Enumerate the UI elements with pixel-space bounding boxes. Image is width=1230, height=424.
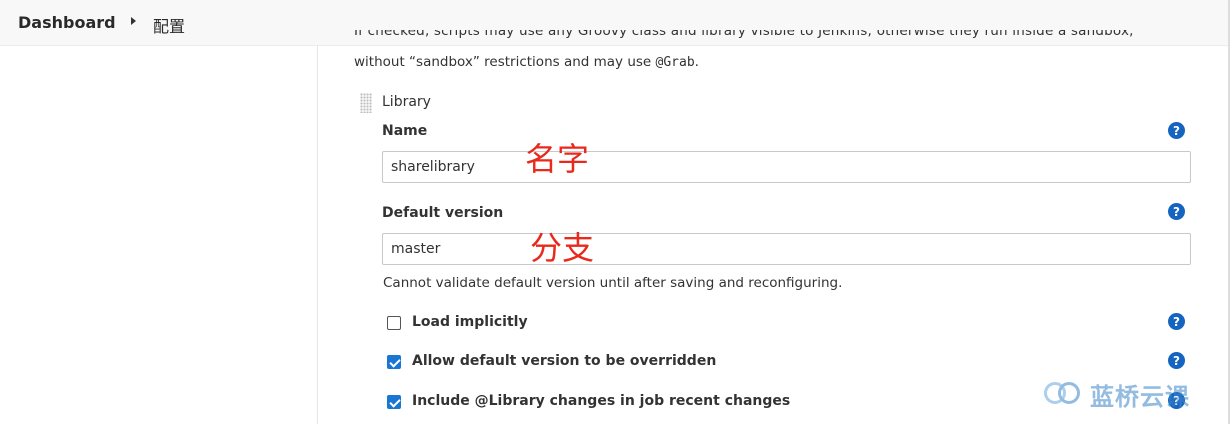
allow-override-checkbox[interactable] [387,355,401,369]
name-label: Name [382,123,428,139]
description-cut-line: If checked, scripts may use any Groovy c… [354,30,1214,46]
breadcrumb-separator-icon[interactable] [131,17,136,25]
library-section-title: Library [382,94,431,110]
name-annotation: 名字 [525,140,590,178]
allow-override-help-icon[interactable]: ? [1168,352,1185,369]
drag-handle-icon[interactable] [360,93,372,113]
breadcrumb-dashboard-link[interactable]: Dashboard [18,13,116,32]
default-version-label: Default version [382,205,504,221]
watermark: 蓝桥云课 [1044,378,1190,411]
name-input[interactable] [382,151,1191,183]
description-line1: If checked, scripts may use any Groovy c… [354,30,1134,39]
version-annotation: 分支 [530,229,595,267]
load-implicitly-checkbox[interactable] [387,316,401,330]
breadcrumb-current: 配置 [153,17,186,36]
side-panel [0,46,318,424]
grab-code: @Grab [655,55,695,70]
include-changes-checkbox[interactable] [387,395,401,409]
lanqiao-logo-icon [1044,381,1084,407]
default-version-help-icon[interactable]: ? [1168,203,1185,220]
validation-message: Cannot validate default version until af… [383,275,843,291]
name-help-icon[interactable]: ? [1168,122,1185,139]
allow-override-label[interactable]: Allow default version to be overridden [412,353,716,369]
description-line2-prefix: without “sandbox” restrictions and may u… [354,54,656,70]
watermark-text: 蓝桥云课 [1090,382,1190,411]
description-line2-suffix: . [694,54,699,70]
load-implicitly-help-icon[interactable]: ? [1168,313,1185,330]
load-implicitly-label[interactable]: Load implicitly [412,314,528,330]
default-version-input[interactable] [382,233,1191,265]
description-line2: without “sandbox” restrictions and may u… [354,54,699,70]
include-changes-label[interactable]: Include @Library changes in job recent c… [412,393,790,409]
